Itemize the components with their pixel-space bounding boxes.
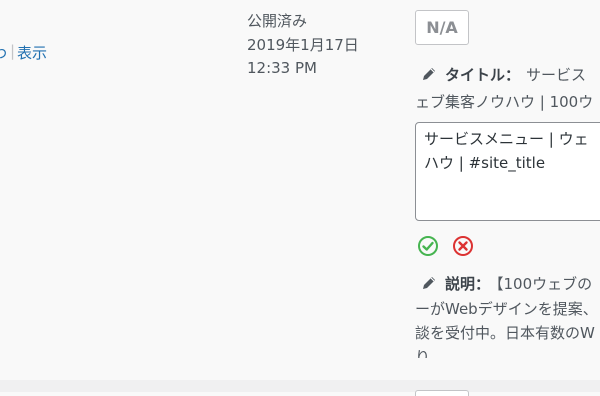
next-row-band [0, 380, 600, 392]
seo-description-label: 説明： [445, 275, 491, 293]
seo-title-label: タイトル： [445, 66, 521, 84]
view-link[interactable]: 表示 [17, 42, 47, 63]
seo-description-line: 談を受付中。日本有数のW [415, 324, 595, 342]
seo-description-preview: 【100ウェブの [496, 275, 593, 293]
next-row-badge [415, 390, 469, 396]
seo-title-textarea[interactable]: サービスメニュー | ウェ ハウ | #site_title [415, 122, 600, 221]
post-time: 12:33 PM [247, 59, 317, 77]
pencil-icon[interactable] [421, 275, 437, 291]
seo-title-preview-continued: ェブ集客ノウハウ | 100ウ [415, 93, 594, 111]
row-action-cut-text[interactable]: わ [0, 42, 7, 63]
title-editor-line: ハウ | #site_title [424, 153, 546, 172]
title-editor-line: サービスメニュー | ウェ [424, 130, 589, 148]
check-circle-icon[interactable] [417, 235, 439, 257]
pencil-icon[interactable] [421, 66, 437, 82]
row-action-separator: | [10, 42, 16, 60]
post-date: 2019年1月17日 [247, 35, 359, 54]
seo-description-header: 説明： 【100ウェブの [421, 273, 592, 294]
date-column: 公開済み 2019年1月17日 12:33 PM [247, 10, 359, 81]
seo-title-preview: サービス [526, 66, 587, 84]
title-edit-actions [417, 235, 482, 261]
seo-description-line: り [415, 348, 431, 358]
post-status: 公開済み [247, 12, 308, 30]
seo-title-header: タイトル： サービス [421, 64, 586, 85]
seo-column: N/A タイトル： サービス ェブ集客ノウハウ | 100ウ サービスメニュー |… [415, 0, 600, 392]
seo-description-line: ーがWebデザインを提案、 [415, 300, 598, 318]
seo-score-badge: N/A [415, 10, 469, 45]
x-circle-icon[interactable] [452, 235, 474, 257]
